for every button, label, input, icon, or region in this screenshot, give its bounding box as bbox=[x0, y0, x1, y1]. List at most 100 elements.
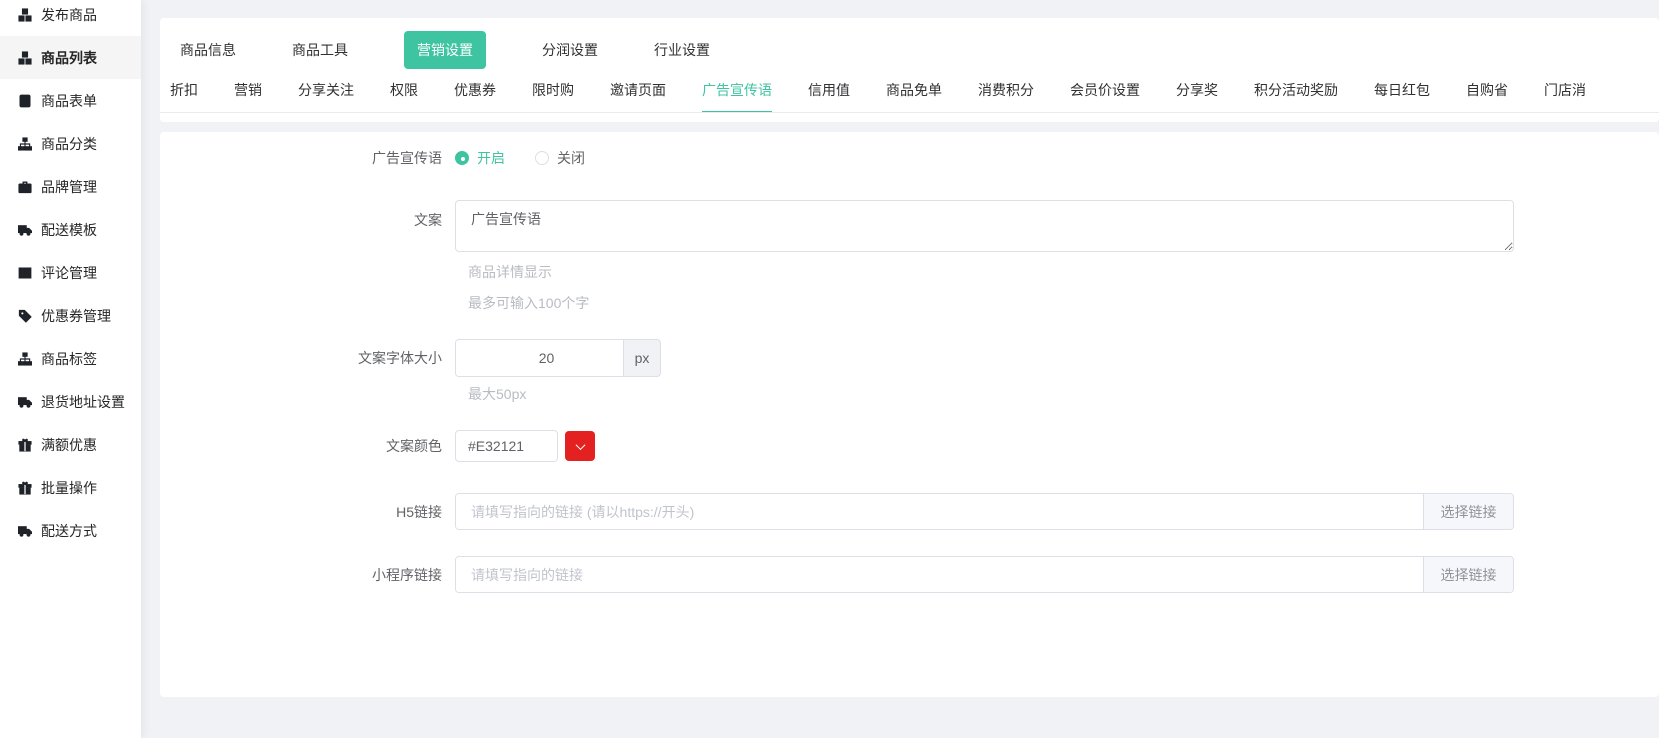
subtab-share-reward[interactable]: 分享奖 bbox=[1176, 70, 1218, 113]
slogan-label: 广告宣传语 bbox=[160, 148, 455, 168]
mini-link-row: 小程序链接 选择链接 bbox=[160, 556, 1659, 593]
subtab-discount[interactable]: 折扣 bbox=[170, 70, 198, 113]
subtab-daily-red-packet[interactable]: 每日红包 bbox=[1374, 70, 1430, 113]
sidebar-item-product-list[interactable]: 商品列表 bbox=[0, 36, 141, 79]
font-size-input-group bbox=[455, 339, 624, 377]
font-size-help: 最大50px bbox=[468, 386, 1659, 402]
font-size-label: 文案字体大小 bbox=[160, 348, 455, 368]
h5-link-group: 选择链接 bbox=[455, 493, 1514, 530]
mini-link-input[interactable] bbox=[456, 557, 1423, 592]
subtab-consume-points[interactable]: 消费积分 bbox=[978, 70, 1034, 113]
cubes-icon bbox=[18, 8, 32, 22]
sidebar-item-full-discount[interactable]: 满额优惠 bbox=[0, 423, 141, 466]
cubes-icon bbox=[18, 51, 32, 65]
sidebar-item-product-category[interactable]: 商品分类 bbox=[0, 122, 141, 165]
h5-select-link-button[interactable]: 选择链接 bbox=[1423, 494, 1513, 529]
sidebar-item-label: 商品标签 bbox=[41, 349, 97, 369]
tab-product-info[interactable]: 商品信息 bbox=[180, 40, 236, 60]
subtab-store-consume[interactable]: 门店消 bbox=[1544, 70, 1586, 113]
subtab-permissions[interactable]: 权限 bbox=[390, 70, 418, 113]
secondary-tabs-wrap: 折扣 营销 分享关注 权限 优惠券 限时购 邀请页面 广告宣传语 信用值 商品免… bbox=[160, 70, 1659, 122]
px-unit-addon: px bbox=[624, 339, 661, 377]
tag-icon bbox=[18, 309, 32, 323]
form-card: 广告宣传语 开启 关闭 文案 广告宣传语 商品详情显示 最多可输入100个字 文… bbox=[160, 132, 1659, 697]
h5-link-row: H5链接 选择链接 bbox=[160, 493, 1659, 530]
mini-link-group: 选择链接 bbox=[455, 556, 1514, 593]
sidebar-item-label: 发布商品 bbox=[41, 5, 97, 25]
radio-selected-icon bbox=[455, 151, 469, 165]
sidebar-item-product-tags[interactable]: 商品标签 bbox=[0, 337, 141, 380]
tab-industry-settings[interactable]: 行业设置 bbox=[654, 40, 710, 60]
sitemap-icon bbox=[18, 137, 32, 151]
briefcase-icon bbox=[18, 180, 32, 194]
mini-link-label: 小程序链接 bbox=[160, 565, 455, 585]
sidebar-item-product-form[interactable]: 商品表单 bbox=[0, 79, 141, 122]
mini-select-link-button[interactable]: 选择链接 bbox=[1423, 557, 1513, 592]
sidebar-item-brand-management[interactable]: 品牌管理 bbox=[0, 165, 141, 208]
tab-product-tools[interactable]: 商品工具 bbox=[292, 40, 348, 60]
font-size-input[interactable] bbox=[456, 340, 624, 376]
sidebar-item-publish-product[interactable]: 发布商品 bbox=[0, 0, 141, 36]
copy-label: 文案 bbox=[160, 200, 455, 230]
color-input[interactable] bbox=[455, 430, 558, 462]
radio-off-label: 关闭 bbox=[557, 148, 585, 168]
gift-icon bbox=[18, 438, 32, 452]
file-excel-icon bbox=[18, 94, 32, 108]
subtab-share-follow[interactable]: 分享关注 bbox=[298, 70, 354, 113]
sidebar-item-batch-operations[interactable]: 批量操作 bbox=[0, 466, 141, 509]
slogan-radio-off[interactable]: 关闭 bbox=[535, 148, 585, 168]
sidebar-item-delivery-method[interactable]: 配送方式 bbox=[0, 509, 141, 552]
sidebar-item-return-address-settings[interactable]: 退货地址设置 bbox=[0, 380, 141, 423]
sidebar-item-label: 商品列表 bbox=[41, 48, 97, 68]
sidebar-item-label: 配送模板 bbox=[41, 220, 97, 240]
columns-icon bbox=[18, 266, 32, 280]
slogan-radio-on[interactable]: 开启 bbox=[455, 148, 505, 168]
truck-icon bbox=[18, 395, 32, 409]
subtab-invite-page[interactable]: 邀请页面 bbox=[610, 70, 666, 113]
sidebar-item-label: 商品表单 bbox=[41, 91, 97, 111]
subtab-ad-slogan[interactable]: 广告宣传语 bbox=[702, 70, 772, 113]
sidebar-item-label: 退货地址设置 bbox=[41, 392, 125, 412]
sidebar-item-label: 商品分类 bbox=[41, 134, 97, 154]
font-size-row: 文案字体大小 px bbox=[160, 339, 1659, 377]
copy-help-display: 商品详情显示 bbox=[468, 264, 1659, 280]
gift-icon bbox=[18, 481, 32, 495]
sidebar-item-delivery-template[interactable]: 配送模板 bbox=[0, 208, 141, 251]
subtab-member-price[interactable]: 会员价设置 bbox=[1070, 70, 1140, 113]
subtab-marketing[interactable]: 营销 bbox=[234, 70, 262, 113]
sidebar-item-label: 优惠券管理 bbox=[41, 306, 111, 326]
subtab-coupon[interactable]: 优惠券 bbox=[454, 70, 496, 113]
sidebar-item-comment-management[interactable]: 评论管理 bbox=[0, 251, 141, 294]
sidebar-item-coupon-management[interactable]: 优惠券管理 bbox=[0, 294, 141, 337]
h5-link-input[interactable] bbox=[456, 494, 1423, 529]
subtab-flash-sale[interactable]: 限时购 bbox=[532, 70, 574, 113]
radio-on-label: 开启 bbox=[477, 148, 505, 168]
primary-tabs: 商品信息 商品工具 营销设置 分润设置 行业设置 bbox=[160, 30, 1659, 70]
secondary-tabs: 折扣 营销 分享关注 权限 优惠券 限时购 邀请页面 广告宣传语 信用值 商品免… bbox=[160, 70, 1659, 113]
sidebar-item-label: 品牌管理 bbox=[41, 177, 97, 197]
subtab-self-purchase-save[interactable]: 自购省 bbox=[1466, 70, 1508, 113]
tab-marketing-settings[interactable]: 营销设置 bbox=[404, 31, 486, 69]
sidebar-item-label: 配送方式 bbox=[41, 521, 97, 541]
color-picker-button[interactable] bbox=[565, 431, 595, 461]
tab-profit-settings[interactable]: 分润设置 bbox=[542, 40, 598, 60]
truck-icon bbox=[18, 524, 32, 538]
chevron-down-icon bbox=[575, 440, 585, 450]
color-row: 文案颜色 bbox=[160, 430, 1659, 462]
font-size-control: px bbox=[455, 339, 661, 377]
sidebar-item-label: 批量操作 bbox=[41, 478, 97, 498]
copy-textarea[interactable]: 广告宣传语 bbox=[455, 200, 1514, 252]
radio-unselected-icon bbox=[535, 151, 549, 165]
slogan-radio-group: 开启 关闭 bbox=[455, 148, 585, 168]
sidebar-menu: 发布商品 商品列表 商品表单 商品分类 品牌管理 配送模板 评论管理 bbox=[0, 0, 141, 552]
sidebar-item-label: 评论管理 bbox=[41, 263, 97, 283]
subtab-credit-value[interactable]: 信用值 bbox=[808, 70, 850, 113]
color-control bbox=[455, 430, 595, 462]
tabs-card: 商品信息 商品工具 营销设置 分润设置 行业设置 折扣 营销 分享关注 权限 优… bbox=[160, 18, 1659, 122]
slogan-switch-row: 广告宣传语 开启 关闭 bbox=[160, 148, 1659, 168]
subtab-free-order[interactable]: 商品免单 bbox=[886, 70, 942, 113]
subtab-points-activity-reward[interactable]: 积分活动奖励 bbox=[1254, 70, 1338, 113]
main-content: 商品信息 商品工具 营销设置 分润设置 行业设置 折扣 营销 分享关注 权限 优… bbox=[160, 0, 1659, 697]
copy-help-limit: 最多可输入100个字 bbox=[468, 295, 1659, 311]
color-label: 文案颜色 bbox=[160, 436, 455, 456]
